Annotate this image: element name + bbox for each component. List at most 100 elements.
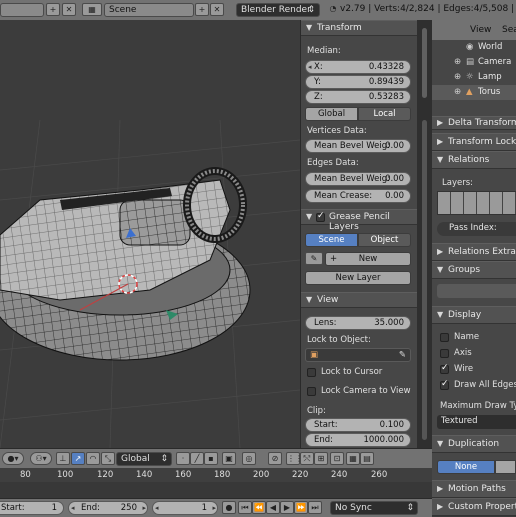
duplication-frames-toggle[interactable] xyxy=(495,460,516,474)
add-to-group-button[interactable] xyxy=(437,284,516,298)
outliner-search-menu[interactable]: Sea xyxy=(502,25,516,35)
median-x-field[interactable]: ◂ X: 0.43328 xyxy=(305,60,411,74)
face-select-icon[interactable]: ▪ xyxy=(204,452,218,465)
custom-properties-panel-header[interactable]: ▶ Custom Properties xyxy=(432,498,516,516)
display-panel-header[interactable]: ▼ Display xyxy=(432,306,516,324)
lock-to-cursor-checkbox[interactable] xyxy=(307,368,316,377)
outliner-item-world[interactable]: ◉ World xyxy=(432,40,516,55)
add-screen-icon[interactable]: + xyxy=(46,3,60,16)
add-scene-icon[interactable]: + xyxy=(195,3,209,16)
scene-icon[interactable]: ▦ xyxy=(82,3,102,16)
median-z-field[interactable]: Z: 0.53283 xyxy=(305,90,411,104)
new-layer-button[interactable]: New Layer xyxy=(305,271,411,285)
grease-scene-toggle[interactable]: Scene xyxy=(305,233,358,247)
lock-object-field[interactable]: ▣ ✎ xyxy=(305,348,411,362)
render-preview-icon[interactable]: ⊡ xyxy=(330,452,344,465)
outliner-view-menu[interactable]: View xyxy=(470,25,491,35)
increment-arrow-icon[interactable]: ▸ xyxy=(142,502,146,514)
transform-orientation-dropdown[interactable]: Global ⇕ xyxy=(116,452,172,466)
delete-scene-icon[interactable]: ✕ xyxy=(210,3,224,16)
layer-grid[interactable] xyxy=(437,191,516,215)
jump-keyframe-forward-icon[interactable]: ⏩ xyxy=(294,501,308,514)
median-y-field[interactable]: Y: 0.89439 xyxy=(305,75,411,89)
decrement-arrow-icon[interactable]: ◂ xyxy=(71,502,75,514)
render-engine-dropdown[interactable]: Blender Render ⇕ xyxy=(236,3,320,17)
pencil-icon[interactable]: ✎ xyxy=(305,252,323,265)
opengl-render-icon[interactable]: ▦ xyxy=(346,452,360,465)
expand-icon[interactable]: ⊕ xyxy=(454,70,461,85)
snap-align-icon[interactable]: ⊞ xyxy=(314,452,328,465)
end-frame-field[interactable]: ◂ End: 250 ▸ xyxy=(68,501,148,515)
record-keyframe-icon[interactable]: ● xyxy=(222,501,236,514)
clip-start-field[interactable]: Start: 0.100 xyxy=(305,418,411,432)
edge-select-icon[interactable]: ╱ xyxy=(190,452,204,465)
screen-layout-field[interactable] xyxy=(0,3,44,17)
snap-icon[interactable]: ⊘ xyxy=(268,452,282,465)
expand-icon[interactable]: ⊕ xyxy=(454,55,461,70)
delta-transform-panel-header[interactable]: ▶ Delta Transform xyxy=(432,116,516,130)
decrement-arrow-icon[interactable]: ◂ xyxy=(155,502,159,514)
scene-selector[interactable]: Scene xyxy=(104,3,194,17)
jump-start-icon[interactable]: ⏮ xyxy=(238,501,252,514)
sync-mode-dropdown[interactable]: No Sync ⇕ xyxy=(330,501,418,515)
vertex-select-icon[interactable]: · xyxy=(176,452,190,465)
transform-locks-panel-header[interactable]: ▶ Transform Locks xyxy=(432,133,516,151)
jump-keyframe-back-icon[interactable]: ⏪ xyxy=(252,501,266,514)
manipulator-icon[interactable]: ⊥ xyxy=(56,452,70,465)
occlude-geometry-icon[interactable]: ▣ xyxy=(222,452,236,465)
eyedropper-icon[interactable]: ✎ xyxy=(399,349,406,361)
jump-end-icon[interactable]: ⏭ xyxy=(308,501,322,514)
properties-scrollbar-thumb[interactable] xyxy=(422,120,427,440)
pass-index-field[interactable]: Pass Index: xyxy=(437,222,516,236)
snap-element-icon[interactable]: ⋮⋮ xyxy=(286,452,303,465)
outliner-item-lamp[interactable]: ⊕ ☼ Lamp xyxy=(432,70,516,85)
motion-paths-panel-header[interactable]: ▶ Motion Paths xyxy=(432,480,516,498)
grease-pencil-panel-header[interactable]: ▼ Grease Pencil Layers xyxy=(301,209,418,232)
scale-icon[interactable]: ⤡ xyxy=(101,452,115,465)
scrollbar-thumb[interactable] xyxy=(422,28,427,98)
transform-panel-header[interactable]: ▼ Transform xyxy=(301,20,418,36)
relations-panel-header[interactable]: ▼ Relations xyxy=(432,151,516,169)
rotate-icon[interactable]: ◠ xyxy=(86,452,100,465)
outliner-item-camera[interactable]: ⊕ ▤ Camera xyxy=(432,55,516,70)
edge-bevel-weight-field[interactable]: Mean Bevel Weig: 0.00 xyxy=(305,172,411,186)
duplication-none-toggle[interactable]: None xyxy=(437,460,495,474)
opengl-anim-icon[interactable]: ▤ xyxy=(360,452,374,465)
timeline[interactable]: 80 100 120 140 160 180 200 220 240 260 xyxy=(0,468,432,498)
mean-crease-field[interactable]: Mean Crease: 0.00 xyxy=(305,189,411,203)
view-panel-header[interactable]: ▼ View xyxy=(301,292,418,308)
axis-checkbox[interactable] xyxy=(440,349,449,358)
relations-extras-panel-header[interactable]: ▶ Relations Extras xyxy=(432,243,516,261)
play-icon[interactable]: ▶ xyxy=(280,501,294,514)
timeline-track[interactable] xyxy=(0,482,432,498)
groups-panel-header[interactable]: ▼ Groups xyxy=(432,261,516,279)
clip-end-field[interactable]: End: 1000.000 xyxy=(305,433,411,447)
increment-arrow-icon[interactable]: ▸ xyxy=(212,502,216,514)
expand-icon[interactable]: ⊕ xyxy=(454,85,461,100)
snap-target-icon[interactable]: ⤲ xyxy=(300,452,314,465)
sidebar-scrollbar[interactable] xyxy=(417,20,432,516)
wire-checkbox[interactable] xyxy=(440,363,449,374)
grease-pencil-checkbox[interactable] xyxy=(316,211,325,222)
global-toggle[interactable]: Global xyxy=(305,107,358,121)
lock-camera-checkbox[interactable] xyxy=(307,387,316,396)
decrement-arrow-icon[interactable]: ◂ xyxy=(308,61,312,73)
grease-object-toggle[interactable]: Object xyxy=(358,233,411,247)
pivot-point-icon[interactable]: ⚇▾ xyxy=(30,452,52,465)
outliner-item-torus[interactable]: ⊕ ▲ Torus xyxy=(432,85,516,100)
play-reverse-icon[interactable]: ◀ xyxy=(266,501,280,514)
vertex-bevel-weight-field[interactable]: Mean Bevel Weig: 0.00 xyxy=(305,139,411,153)
name-checkbox[interactable] xyxy=(440,333,449,342)
delete-screen-icon[interactable]: ✕ xyxy=(62,3,76,16)
local-toggle[interactable]: Local xyxy=(358,107,411,121)
shading-mode-icon[interactable]: ●▾ xyxy=(2,452,24,465)
current-frame-field[interactable]: ◂ 1 ▸ xyxy=(152,501,218,515)
translate-icon[interactable]: ↗ xyxy=(71,452,85,465)
max-draw-type-dropdown[interactable]: Textured xyxy=(437,415,516,429)
duplication-panel-header[interactable]: ▼ Duplication xyxy=(432,435,516,453)
lens-field[interactable]: Lens: 35.000 xyxy=(305,316,411,330)
proportional-edit-icon[interactable]: ◎ xyxy=(242,452,256,465)
new-grease-pencil-button[interactable]: + New xyxy=(325,252,411,266)
3d-viewport[interactable] xyxy=(0,20,300,448)
draw-all-edges-checkbox[interactable] xyxy=(440,379,449,390)
